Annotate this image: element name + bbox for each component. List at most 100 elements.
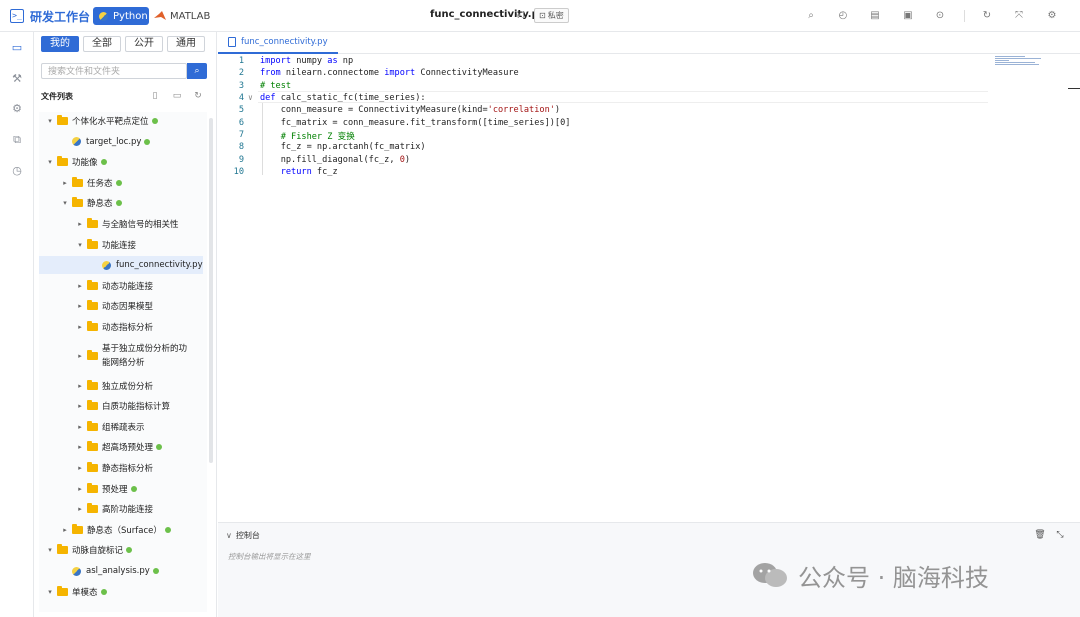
code-text: # Fisher Z 变换 (260, 130, 355, 142)
tree-folder-item[interactable]: ▸ 高阶功能连接 (39, 500, 153, 518)
new-file-icon[interactable]: ▯ (149, 90, 161, 102)
tree-folder-item[interactable]: ▸ 白质功能指标计算 (39, 397, 170, 415)
console-toggle[interactable]: ∨ 控制台 (226, 530, 260, 541)
run-icon[interactable]: ⊙ (933, 9, 947, 23)
tree-folder-item[interactable]: ▾ 静息态 (39, 194, 122, 212)
code-editor[interactable]: 1 import numpy as np 2 from nilearn.connect… (218, 55, 988, 520)
sidebar-scrollbar[interactable] (209, 118, 213, 463)
tree-folder-item[interactable]: ▸ 组稀疏表示 (39, 418, 145, 436)
tree-folder-item[interactable]: ▾ 功能像 (39, 153, 107, 171)
history-icon[interactable]: ◴ (836, 9, 850, 23)
folder-icon (87, 420, 98, 431)
tab-all[interactable]: 全部 (83, 36, 121, 52)
chevron-right-icon[interactable]: ▸ (75, 443, 85, 451)
private-toggle[interactable]: ⊡ 私密 (534, 8, 569, 23)
tree-folder-item[interactable]: ▸ 动态功能连接 (39, 277, 153, 295)
folder-icon (87, 503, 98, 514)
search-button[interactable]: ⌕ (187, 63, 207, 79)
line-number: 2 (238, 68, 244, 79)
code-token: nilearn.connectome (280, 68, 385, 79)
chevron-right-icon[interactable]: ▸ (75, 423, 85, 431)
tab-mine[interactable]: 我的 (41, 36, 79, 52)
tree-folder-item[interactable]: ▸ 任务态 (39, 174, 122, 192)
code-text: np.fill_diagonal(fc_z, 0) (260, 155, 410, 165)
box-icon[interactable]: ⧉ (10, 133, 24, 147)
chevron-right-icon[interactable]: ▸ (75, 352, 85, 360)
code-token: ) (554, 105, 561, 116)
new-folder-icon[interactable]: ▭ (171, 90, 183, 102)
wrench-icon[interactable]: ⚒ (10, 72, 24, 86)
chevron-down-icon[interactable]: ▾ (45, 117, 55, 125)
tree-file-item[interactable]: func_connectivity.py (39, 256, 203, 275)
status-dot-icon (151, 118, 158, 124)
python-language-button[interactable]: Python (93, 7, 149, 25)
tree-folder-item[interactable]: ▸ 静息态（Surface） (39, 521, 171, 539)
chevron-down-icon[interactable]: ▾ (75, 241, 85, 249)
refresh-icon[interactable]: ↻ (980, 9, 994, 23)
search-icon[interactable]: ⌕ (804, 9, 818, 23)
chevron-right-icon[interactable]: ▸ (75, 323, 85, 331)
folder-icon (87, 321, 98, 331)
tree-folder-item[interactable]: ▸ 独立成份分析 (39, 377, 153, 395)
line-number: 5 (238, 105, 244, 116)
brand[interactable]: >_ 研发工作台 (10, 8, 90, 24)
minimap[interactable] (995, 56, 1045, 68)
chevron-right-icon[interactable]: ▸ (60, 179, 70, 187)
chevron-right-icon[interactable]: ▸ (60, 526, 70, 534)
chevron-down-icon[interactable]: ▾ (45, 588, 55, 596)
status-dot-icon (115, 200, 122, 207)
chevron-down-icon[interactable]: ▾ (45, 546, 55, 554)
chevron-right-icon[interactable]: ▸ (75, 402, 85, 410)
chevron-right-icon[interactable]: ▸ (75, 220, 85, 228)
chevron-right-icon[interactable]: ▸ (75, 464, 85, 472)
tab-public[interactable]: 公开 (125, 36, 163, 52)
fullscreen-icon[interactable]: ⤧ (1012, 9, 1026, 23)
matlab-icon (154, 11, 166, 20)
collapse-icon[interactable]: ⤡ (1054, 529, 1066, 541)
tree-folder-item[interactable]: ▾ 个体化水平靶点定位 (39, 112, 158, 130)
chevron-down-icon[interactable]: ▾ (45, 158, 55, 166)
folder-icon[interactable]: ▭ (10, 41, 24, 55)
chevron-right-icon[interactable]: ▸ (75, 505, 85, 513)
chevron-right-icon[interactable]: ▸ (75, 382, 85, 390)
chevron-right-icon[interactable]: ▸ (75, 485, 85, 493)
tree-item-label: 动脉自旋标记 (72, 546, 124, 557)
trash-icon[interactable]: 🗑 (1034, 529, 1046, 541)
settings-icon[interactable]: ⚙ (1045, 9, 1059, 23)
editor-file-tab[interactable]: func_connectivity.py (218, 32, 338, 54)
chevron-down-icon[interactable]: ▾ (60, 199, 70, 207)
save-icon[interactable]: ▣ (901, 9, 915, 23)
tree-folder-item[interactable]: ▾ 动脉自旋标记 (39, 541, 133, 559)
code-token: fc_z = np.arctanh(fc_matrix) (260, 142, 426, 153)
status-dot-icon (126, 547, 133, 554)
tab-common[interactable]: 通用 (167, 36, 205, 52)
wechat-logo-icon (753, 563, 787, 587)
tree-folder-item[interactable]: ▾ 功能连接 (39, 236, 136, 254)
tree-folder-item[interactable]: ▸ 动态指标分析 (39, 318, 153, 336)
tree-folder-item[interactable]: ▾ 单模态 (39, 583, 107, 601)
code-token: np.fill_diagonal(fc_z, (260, 154, 400, 165)
tree-folder-item[interactable]: ▸ 静态指标分析 (39, 459, 153, 477)
matlab-language-button[interactable]: MATLAB (154, 7, 210, 25)
refresh-tree-icon[interactable]: ↻ (192, 90, 204, 102)
file-search-input[interactable] (41, 63, 187, 79)
tree-folder-item[interactable]: ▸ 预处理 (39, 480, 137, 498)
code-token: import (260, 56, 292, 66)
copy-icon[interactable]: ▤ (868, 9, 882, 23)
tree-folder-item[interactable]: ▸ 超高场预处理 (39, 438, 163, 456)
code-token: as (327, 56, 338, 66)
gear-icon[interactable]: ⚙ (10, 102, 24, 116)
chevron-right-icon[interactable]: ▸ (75, 282, 85, 290)
fold-chevron-icon[interactable]: ∨ (248, 93, 253, 102)
chevron-right-icon[interactable]: ▸ (75, 302, 85, 310)
editor-tab-label: func_connectivity.py (241, 37, 328, 47)
clock-icon[interactable]: ◷ (10, 164, 24, 178)
tree-folder-item[interactable]: ▸ 动态因果模型 (39, 297, 153, 315)
line-number: 9 (238, 154, 244, 165)
tree-file-item[interactable]: asl_analysis.py (39, 562, 159, 580)
tree-folder-item[interactable]: ▸ 与全脑信号的相关性 (39, 215, 179, 233)
python-file-icon (72, 566, 81, 576)
tree-file-item[interactable]: target_loc.py (39, 133, 151, 151)
python-file-icon (72, 137, 81, 147)
tree-folder-item[interactable]: ▸ 基于独立成份分析的功能网络分析 (39, 339, 192, 373)
